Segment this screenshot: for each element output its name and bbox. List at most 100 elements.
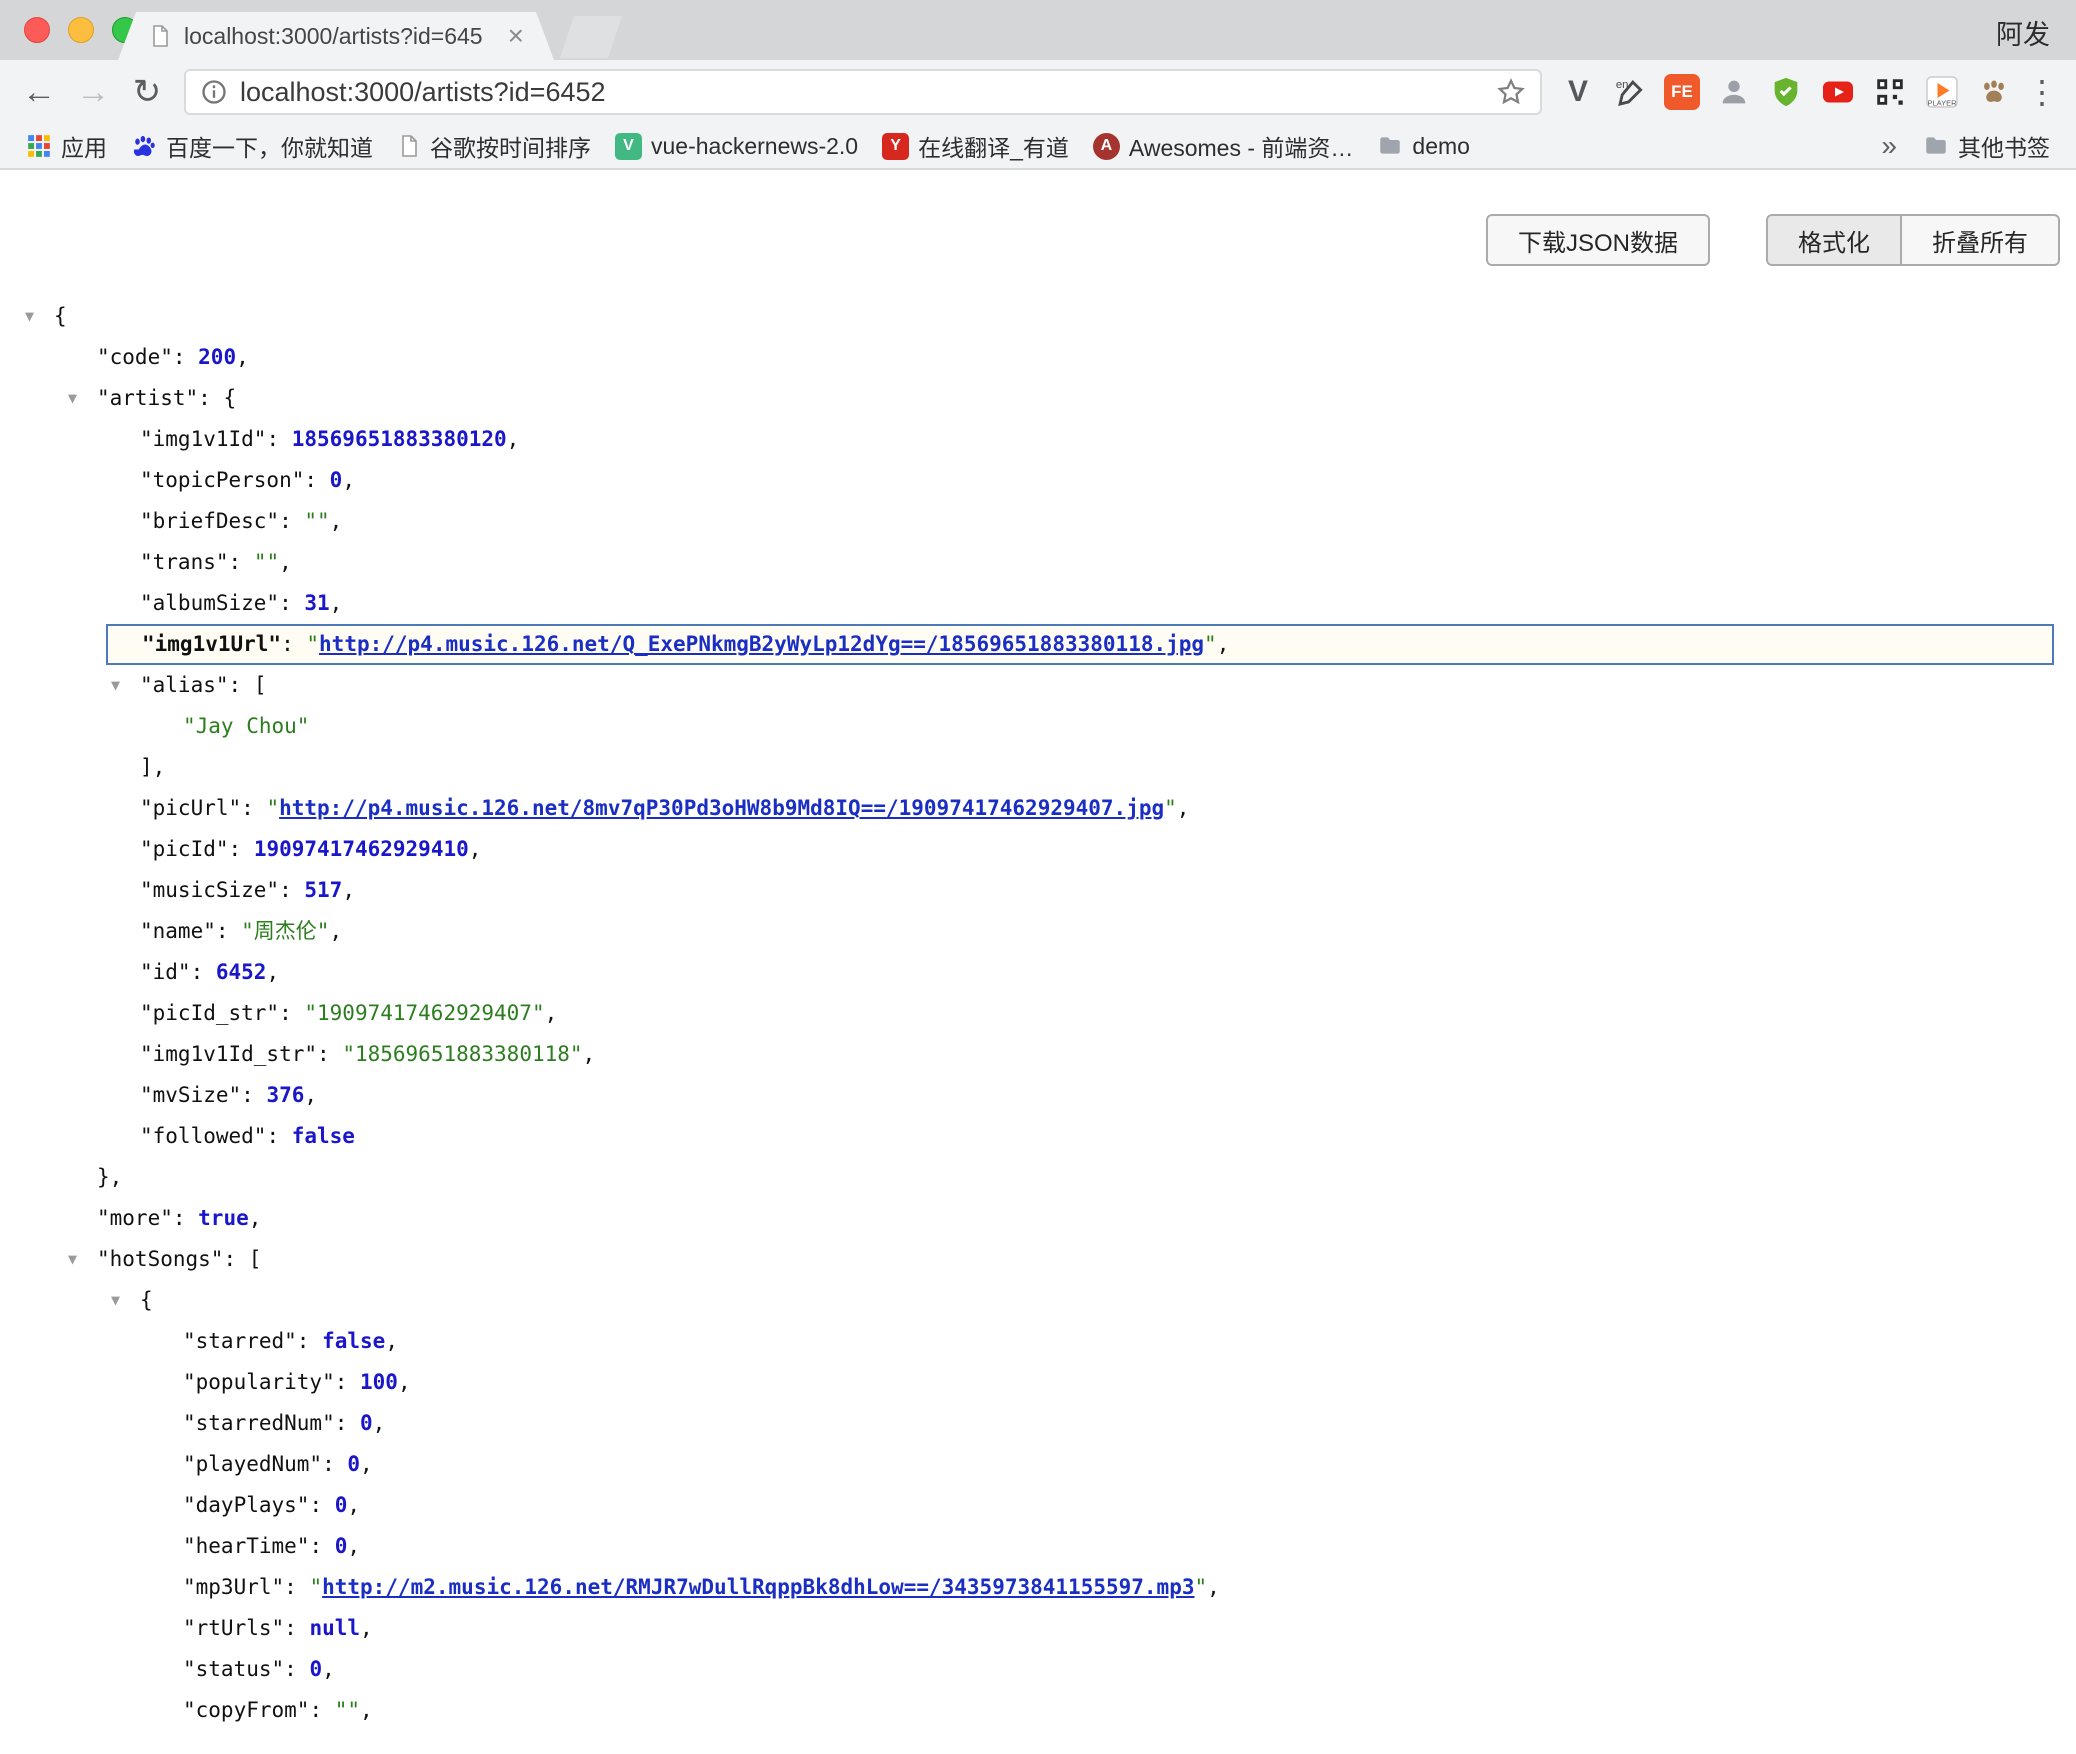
- json-line: ▼"artist": {: [0, 378, 2076, 419]
- other-bookmarks-folder[interactable]: 其他书签: [1911, 124, 2062, 168]
- browser-tab[interactable]: localhost:3000/artists?id=645 ×: [118, 12, 554, 60]
- bookmarks-overflow-icon[interactable]: »: [1867, 130, 1911, 162]
- json-token: 19097417462929410: [254, 837, 469, 861]
- json-line: ▼"alias": [: [0, 665, 2076, 706]
- json-token: "rtUrls": [183, 1616, 284, 1640]
- youtube-extension-icon[interactable]: [1812, 66, 1864, 118]
- json-token: 517: [304, 878, 342, 902]
- player-extension-icon[interactable]: PLAYER: [1916, 66, 1968, 118]
- bookmark-star-icon[interactable]: [1496, 77, 1526, 107]
- json-token: :: [335, 1370, 360, 1394]
- collapse-toggle-icon[interactable]: ▼: [68, 1239, 77, 1280]
- json-token: :: [322, 1452, 347, 1476]
- json-token: :: [279, 1001, 304, 1025]
- bookmark-apps[interactable]: 应用: [14, 124, 119, 168]
- json-token: "starredNum": [183, 1411, 335, 1435]
- json-token: "starred": [183, 1329, 297, 1353]
- json-token: ": [1194, 1575, 1207, 1599]
- json-line: "dayPlays": 0,: [0, 1485, 2076, 1526]
- json-line: "musicSize": 517,: [0, 870, 2076, 911]
- collapse-toggle-icon[interactable]: ▼: [111, 665, 120, 706]
- bookmark-baidu[interactable]: 百度一下，你就知道: [119, 124, 385, 168]
- fe-extension-icon[interactable]: FE: [1656, 66, 1708, 118]
- bookmark-label: 应用: [61, 129, 107, 163]
- collapse-toggle-icon[interactable]: ▼: [68, 378, 77, 419]
- folder-icon: [1377, 133, 1403, 159]
- json-token: "mp3Url": [183, 1575, 284, 1599]
- json-token: ,: [398, 1370, 411, 1394]
- json-token: ,: [347, 1534, 360, 1558]
- json-token: :: [241, 796, 266, 820]
- qr-code-extension-icon[interactable]: [1864, 66, 1916, 118]
- svg-text:PLAYER: PLAYER: [1927, 99, 1957, 108]
- bookmark-youdao-translate[interactable]: Y 在线翻译_有道: [870, 124, 1081, 168]
- json-token: ,: [249, 1206, 262, 1230]
- json-token: "briefDesc": [140, 509, 279, 533]
- bookmark-label: 其他书签: [1958, 129, 2050, 163]
- json-token: ,: [330, 509, 343, 533]
- json-token: ,: [304, 1083, 317, 1107]
- json-token: "code": [97, 345, 173, 369]
- json-token: :: [266, 1124, 291, 1148]
- json-token: ,: [266, 960, 279, 984]
- json-token: "status": [183, 1657, 284, 1681]
- json-token: ": [309, 1575, 322, 1599]
- collapse-toggle-icon[interactable]: ▼: [111, 1280, 120, 1321]
- json-token: :: [198, 386, 223, 410]
- json-line: "picId": 19097417462929410,: [0, 829, 2076, 870]
- tab-title: localhost:3000/artists?id=645: [184, 23, 496, 50]
- translate-pen-icon[interactable]: en: [1604, 66, 1656, 118]
- json-line: "picId_str": "19097417462929407",: [0, 993, 2076, 1034]
- bookmark-awesomes[interactable]: A Awesomes - 前端资…: [1081, 124, 1366, 168]
- json-token: ,: [347, 1493, 360, 1517]
- collapse-all-button[interactable]: 折叠所有: [1902, 214, 2060, 266]
- back-button[interactable]: ←: [12, 65, 66, 119]
- json-line: "status": 0,: [0, 1649, 2076, 1690]
- format-button[interactable]: 格式化: [1766, 214, 1902, 266]
- paw-extension-icon[interactable]: [1968, 66, 2020, 118]
- download-json-button[interactable]: 下载JSON数据: [1486, 214, 1710, 266]
- new-tab-button[interactable]: [560, 16, 622, 58]
- json-line: ▼{: [0, 296, 2076, 337]
- reload-button[interactable]: ↻: [120, 65, 174, 119]
- json-line: "id": 6452,: [0, 952, 2076, 993]
- minimize-window-button[interactable]: [68, 17, 94, 43]
- json-line: "picUrl": "http://p4.music.126.net/8mv7q…: [0, 788, 2076, 829]
- json-token: [: [254, 673, 267, 697]
- json-token: ,: [329, 919, 342, 943]
- bookmark-label: vue-hackernews-2.0: [651, 133, 858, 160]
- json-token: :: [223, 1247, 248, 1271]
- bookmark-label: 在线翻译_有道: [918, 129, 1069, 163]
- folder-icon: [1923, 133, 1949, 159]
- v-extension-icon[interactable]: V: [1552, 66, 1604, 118]
- json-token: "topicPerson": [140, 468, 304, 492]
- person-extension-icon[interactable]: [1708, 66, 1760, 118]
- close-window-button[interactable]: [24, 17, 50, 43]
- json-line: "img1v1Id_str": "18569651883380118",: [0, 1034, 2076, 1075]
- json-url-link[interactable]: http://p4.music.126.net/Q_ExePNkmgB2yWyL…: [319, 632, 1204, 656]
- json-token: :: [309, 1698, 334, 1722]
- json-token: "": [254, 550, 279, 574]
- shield-extension-icon[interactable]: [1760, 66, 1812, 118]
- bookmark-google-sort[interactable]: 谷歌按时间排序: [385, 124, 603, 168]
- json-line: "topicPerson": 0,: [0, 460, 2076, 501]
- json-token: :: [284, 1575, 309, 1599]
- json-token: "img1v1Url": [142, 632, 281, 656]
- json-token: "img1v1Id_str": [140, 1042, 317, 1066]
- address-bar[interactable]: localhost:3000/artists?id=6452: [184, 69, 1542, 115]
- json-token: 0: [360, 1411, 373, 1435]
- bookmark-vue-hackernews[interactable]: V vue-hackernews-2.0: [603, 124, 870, 168]
- bookmark-demo-folder[interactable]: demo: [1365, 124, 1482, 168]
- forward-button[interactable]: →: [66, 65, 120, 119]
- collapse-toggle-icon[interactable]: ▼: [25, 296, 34, 337]
- browser-menu-icon[interactable]: ⋮: [2020, 66, 2064, 118]
- tab-close-icon[interactable]: ×: [508, 22, 524, 50]
- json-token: ,: [545, 1001, 558, 1025]
- json-token: ,: [583, 1042, 596, 1066]
- json-url-link[interactable]: http://m2.music.126.net/RMJR7wDullRqppBk…: [322, 1575, 1194, 1599]
- page-info-icon[interactable]: [200, 78, 228, 106]
- json-url-link[interactable]: http://p4.music.126.net/8mv7qP30Pd3oHW8b…: [279, 796, 1164, 820]
- json-token: :: [173, 1206, 198, 1230]
- bookmark-label: 谷歌按时间排序: [430, 129, 591, 163]
- json-token: "周杰伦": [241, 919, 329, 943]
